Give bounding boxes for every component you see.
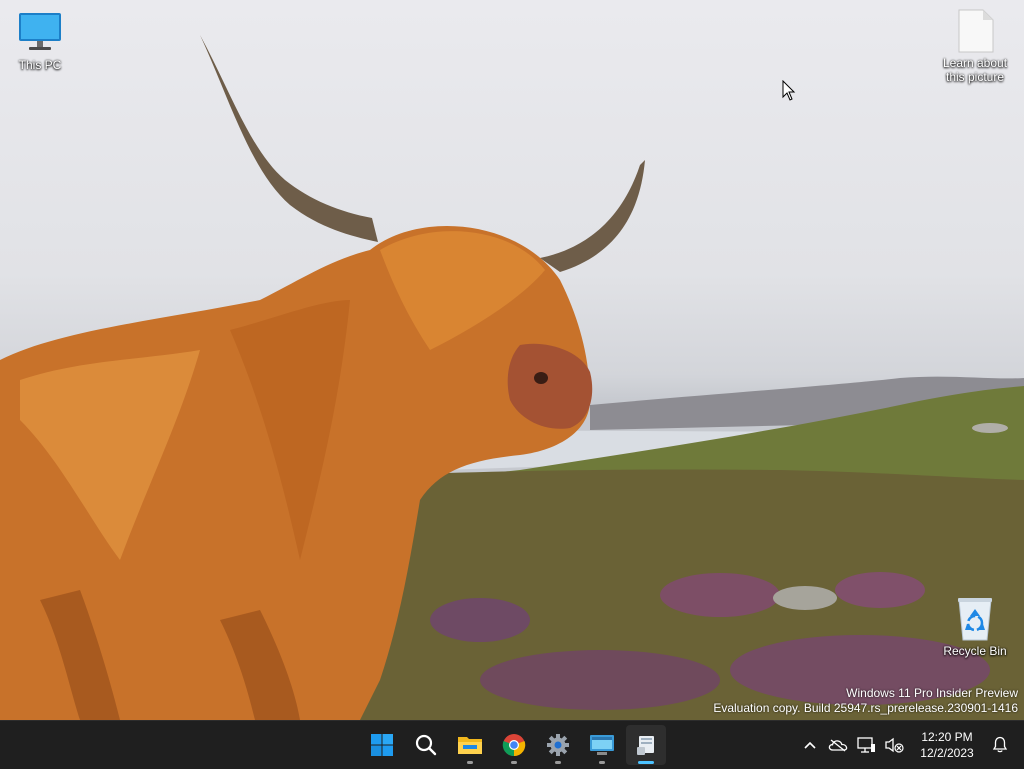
windows-logo-icon — [371, 734, 393, 756]
network-tray-button[interactable] — [852, 729, 880, 761]
taskbar-apps — [360, 721, 668, 769]
file-explorer-button[interactable] — [450, 725, 490, 765]
cloud-offline-icon — [828, 739, 848, 752]
start-button[interactable] — [362, 725, 402, 765]
desktop-icon-label: This PC — [18, 58, 62, 72]
evaluation-watermark: Windows 11 Pro Insider Preview Evaluatio… — [713, 686, 1018, 716]
desktop-icon-learn-about-picture[interactable]: Learn about this picture — [935, 8, 1015, 84]
running-indicator — [467, 761, 473, 764]
chevron-up-icon — [804, 741, 816, 749]
active-app-button[interactable] — [626, 725, 666, 765]
volume-tray-button[interactable] — [880, 729, 908, 761]
desktop-icon-label: Recycle Bin — [943, 644, 1007, 658]
running-indicator — [638, 761, 654, 764]
watermark-line1: Windows 11 Pro Insider Preview — [846, 686, 1018, 700]
document-icon — [951, 8, 999, 54]
clock-date: 12/2/2023 — [920, 746, 974, 760]
taskbar: 12:20 PM 12/2/2023 — [0, 720, 1024, 769]
volume-muted-icon — [885, 737, 904, 753]
gear-icon — [547, 734, 569, 756]
chrome-icon — [502, 734, 526, 757]
desktop-icon-recycle-bin[interactable]: Recycle Bin — [935, 596, 1015, 658]
watermark-line2: Evaluation copy. Build 25947.rs_prerelea… — [713, 701, 1018, 715]
running-indicator — [555, 761, 561, 764]
running-indicator — [511, 761, 517, 764]
show-hidden-icons-button[interactable] — [796, 729, 824, 761]
settings-button[interactable] — [538, 725, 578, 765]
chrome-button[interactable] — [494, 725, 534, 765]
app-icon — [637, 736, 654, 755]
folder-icon — [458, 737, 482, 754]
recycle-bin-icon — [951, 596, 999, 642]
system-tray: 12:20 PM 12/2/2023 — [796, 721, 1024, 769]
network-icon — [857, 737, 875, 753]
search-icon — [415, 734, 437, 756]
mouse-cursor-icon — [782, 80, 796, 101]
remote-desktop-button[interactable] — [582, 725, 622, 765]
notifications-button[interactable] — [986, 729, 1014, 761]
desktop-icon-label: Learn about this picture — [942, 56, 1008, 84]
clock-button[interactable]: 12:20 PM 12/2/2023 — [912, 729, 982, 761]
remote-desktop-icon — [590, 735, 614, 755]
clock-time: 12:20 PM — [921, 730, 973, 744]
monitor-icon — [16, 10, 64, 56]
desktop-wallpaper — [0, 0, 1024, 720]
desktop-icon-this-pc[interactable]: This PC — [0, 10, 80, 72]
search-button[interactable] — [406, 725, 446, 765]
running-indicator — [599, 761, 605, 764]
bell-icon — [992, 736, 1008, 753]
onedrive-tray-button[interactable] — [824, 729, 852, 761]
